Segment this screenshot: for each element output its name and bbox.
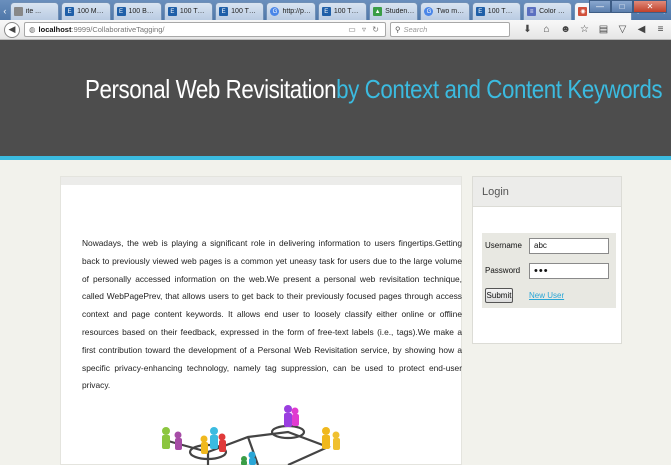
- tree-icon: ▲: [373, 7, 383, 16]
- window-controls: — □ ✕: [589, 0, 667, 13]
- bookmark-star-icon[interactable]: ☆: [575, 24, 594, 35]
- menu-icon[interactable]: ≡: [651, 24, 670, 35]
- tab-scroll-left-icon[interactable]: ‹: [0, 2, 10, 20]
- browser-tab[interactable]: ≡Color Na...: [523, 2, 573, 20]
- close-window-icon[interactable]: ✕: [633, 0, 667, 13]
- browser-tab[interactable]: GTwo man...: [420, 2, 470, 20]
- username-field[interactable]: abc: [529, 237, 609, 254]
- browser-tab[interactable]: ▲Students ...: [369, 2, 419, 20]
- new-user-link[interactable]: New User: [529, 291, 564, 300]
- e-icon: E: [116, 7, 126, 16]
- person-figures: [162, 405, 340, 465]
- intro-paragraph: Nowadays, the web is playing a significa…: [82, 238, 462, 391]
- search-icon: ⚲: [395, 25, 401, 34]
- browser-tab[interactable]: E100 TOP ...: [163, 2, 214, 20]
- site-title-main: Personal Web Revisitation: [85, 74, 337, 104]
- network-people-image: [162, 405, 340, 465]
- clipboard-icon[interactable]: ▤: [594, 24, 613, 35]
- back-arrow-icon[interactable]: ◀: [4, 21, 20, 38]
- url-host: localhost: [38, 25, 72, 34]
- maximize-icon[interactable]: □: [611, 0, 633, 13]
- chat-icon[interactable]: ☻: [556, 24, 575, 35]
- e-icon: E: [167, 7, 177, 16]
- password-row: Password •••: [482, 258, 616, 283]
- e-icon: E: [321, 7, 331, 16]
- reload-icon[interactable]: ↻: [372, 25, 381, 34]
- toolbar-icons: ⬇ ⌂ ☻ ☆ ▤ ▽ ◀ ≡: [518, 24, 670, 35]
- download-icon[interactable]: ⬇: [518, 24, 537, 35]
- login-form: Username abc Password ••• Submit New Use…: [482, 233, 616, 308]
- username-label: Username: [485, 241, 522, 250]
- username-row: Username abc: [482, 233, 616, 258]
- pocket-icon[interactable]: ▽: [613, 24, 632, 35]
- browser-tab[interactable]: Ghttp://po...: [266, 2, 316, 20]
- url-path: :9999/CollaborativeTagging/: [71, 25, 165, 34]
- search-input[interactable]: ⚲ Search: [390, 22, 510, 37]
- search-placeholder: Search: [403, 25, 428, 34]
- url-actions: ▭ ▿ ↻: [348, 25, 381, 34]
- login-title: Login: [482, 186, 509, 198]
- content-card-header: [61, 177, 461, 185]
- header-accent-line: [0, 156, 671, 160]
- reader-icon[interactable]: ▭: [348, 25, 358, 34]
- submit-button[interactable]: Submit: [485, 288, 513, 303]
- browser-tab[interactable]: E100 BASI...: [112, 2, 162, 20]
- site-title: Personal Web Revisitationby Context and …: [85, 74, 663, 105]
- w-icon: ≡: [527, 7, 537, 16]
- browser-tab[interactable]: E100 TOP ...: [471, 2, 522, 20]
- browser-tab[interactable]: E100 TOP ...: [317, 2, 368, 20]
- globe-icon: ◍: [29, 25, 36, 34]
- dropdown-icon[interactable]: ▿: [362, 25, 368, 34]
- browser-tab[interactable]: ite ...: [9, 2, 60, 20]
- e-icon: E: [219, 7, 229, 16]
- e-icon: E: [65, 7, 75, 16]
- actions-row: Submit New User: [482, 283, 616, 308]
- login-panel: Login Username abc Password ••• Submit N…: [472, 176, 622, 344]
- e-icon: E: [475, 7, 485, 16]
- send-icon[interactable]: ◀: [632, 24, 651, 35]
- web-icon: ◉: [578, 7, 588, 16]
- site-title-accent: by Context and Content Keywords: [336, 74, 663, 104]
- url-bar[interactable]: ◍ localhost:9999/CollaborativeTagging/ ▭…: [24, 22, 386, 37]
- g-icon: G: [270, 7, 280, 16]
- browser-tab[interactable]: E100 MOS...: [61, 2, 111, 20]
- browser-nav-bar: ◀ ◍ localhost:9999/CollaborativeTagging/…: [0, 20, 671, 40]
- password-label: Password: [485, 266, 521, 275]
- page-icon: [13, 7, 23, 16]
- password-field[interactable]: •••: [529, 262, 609, 279]
- home-icon[interactable]: ⌂: [537, 24, 556, 35]
- g-icon: G: [424, 7, 434, 16]
- browser-tab[interactable]: E100 TOP ...: [215, 2, 265, 20]
- browser-tab-strip: ‹ ite ... E100 MOS... E100 BASI... E100 …: [0, 0, 671, 20]
- minimize-icon[interactable]: —: [589, 0, 611, 13]
